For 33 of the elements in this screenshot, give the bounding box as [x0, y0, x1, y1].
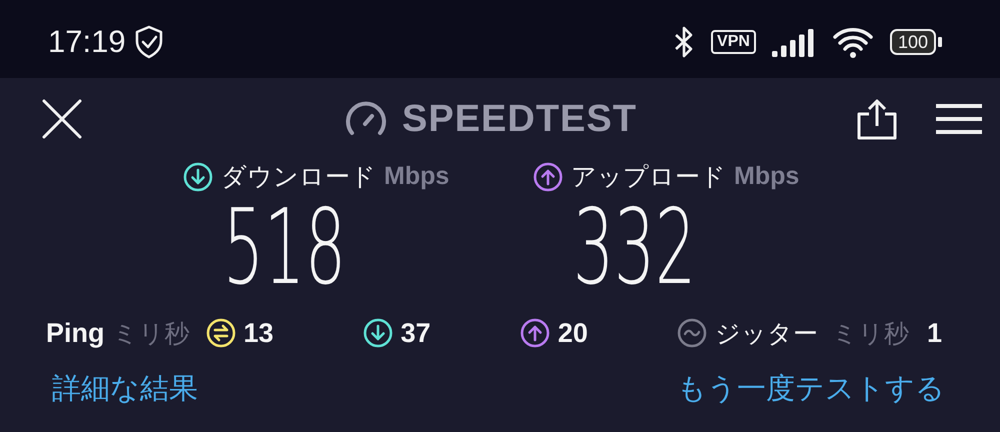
- unit-label: Mbps: [734, 162, 800, 191]
- result-label: アップロード: [571, 161, 726, 193]
- wifi-icon: [832, 25, 874, 59]
- ping-value: 37: [400, 318, 431, 348]
- share-button[interactable]: [856, 98, 898, 140]
- result-label: ダウンロード: [221, 161, 376, 193]
- battery-level: 100: [890, 29, 936, 55]
- swap-arrows-icon: [206, 318, 236, 348]
- speed-value: 332: [573, 199, 696, 295]
- unit-label: ミリ秒: [112, 318, 190, 350]
- unit-label: ミリ秒: [832, 318, 909, 350]
- jitter-value: 1: [926, 318, 942, 348]
- ping-value: 20: [558, 318, 588, 348]
- clock-time: 17:19: [48, 24, 126, 60]
- app-title: SPEEDTEST: [402, 98, 637, 140]
- retest-link[interactable]: もう一度テストする: [677, 369, 945, 409]
- speed-value: 518: [223, 199, 346, 295]
- bluetooth-icon: [673, 25, 696, 59]
- vpn-badge: VPN: [711, 30, 756, 54]
- battery-tip-icon: [938, 37, 942, 47]
- close-button[interactable]: [40, 97, 84, 141]
- menu-button[interactable]: [936, 103, 982, 135]
- share-icon: [856, 98, 898, 140]
- unit-label: Mbps: [384, 162, 450, 191]
- wave-icon: [676, 318, 707, 348]
- jitter-label: ジッター: [714, 318, 818, 350]
- ping-label: Ping: [46, 318, 104, 348]
- close-icon: [40, 97, 84, 141]
- shield-check-icon: [134, 25, 164, 59]
- menu-icon: [936, 103, 982, 135]
- signal-icon: [772, 27, 816, 57]
- ping-value: 13: [244, 318, 274, 348]
- details-link[interactable]: 詳細な結果: [52, 369, 198, 409]
